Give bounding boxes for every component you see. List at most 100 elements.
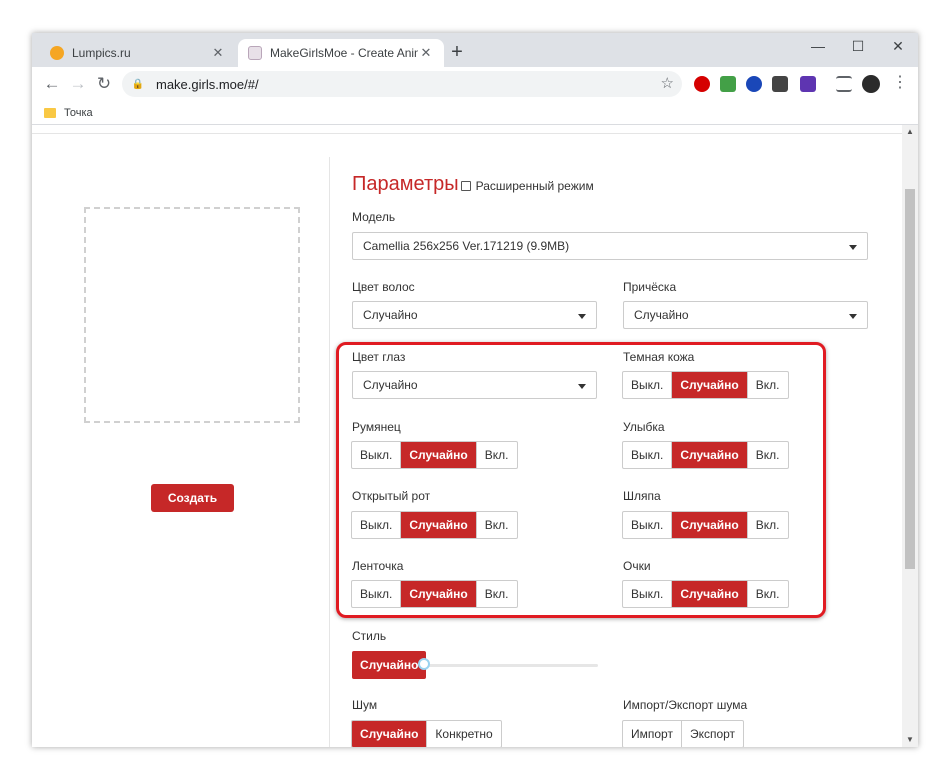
close-icon[interactable]: ✕: [210, 45, 226, 61]
globe-extension-icon[interactable]: [746, 76, 762, 92]
noise-io-buttons: Импорт Экспорт: [622, 720, 745, 747]
page-scrollbar[interactable]: ▲ ▼: [902, 125, 918, 747]
forward-arrow-icon[interactable]: →: [66, 72, 90, 96]
checkbox-icon: [460, 180, 471, 191]
back-arrow-icon[interactable]: ←: [40, 72, 64, 96]
model-value: Camellia 256x256 Ver.171219 (9.9MB): [363, 239, 570, 253]
style-slider-handle[interactable]: [418, 658, 430, 670]
option-on[interactable]: Вкл.: [748, 442, 788, 468]
address-bar[interactable]: 🔒 make.girls.moe/#/ ☆: [122, 71, 682, 97]
chevron-down-icon: [849, 314, 857, 319]
maximize-button[interactable]: ☐: [838, 33, 878, 61]
tv-extension-icon[interactable]: [800, 76, 816, 92]
export-button[interactable]: Экспорт: [682, 721, 743, 747]
page-content: Создать Параметры Расширенный режим Моде…: [32, 125, 902, 747]
advanced-mode-checkbox[interactable]: Расширенный режим: [460, 178, 594, 193]
tab-strip: Lumpics.ru ✕ MakeGirlsMoe - Create Anime…: [32, 33, 918, 67]
image-canvas: [84, 207, 300, 423]
option-random[interactable]: Случайно: [672, 372, 748, 398]
new-tab-button[interactable]: +: [446, 42, 468, 64]
smile-toggle: Выкл. Случайно Вкл.: [622, 441, 789, 469]
option-on[interactable]: Вкл.: [748, 372, 788, 398]
lumpics-favicon-icon: [50, 46, 64, 60]
option-off[interactable]: Выкл.: [623, 512, 673, 538]
music-extension-icon[interactable]: [720, 76, 736, 92]
option-off[interactable]: Выкл.: [623, 581, 673, 607]
browser-window: Lumpics.ru ✕ MakeGirlsMoe - Create Anime…: [32, 33, 918, 747]
page-title: Параметры Расширенный режим: [352, 173, 594, 196]
hair-color-select[interactable]: Случайно: [352, 301, 597, 329]
box-extension-icon[interactable]: [772, 76, 788, 92]
makegirlsmoe-favicon-icon: [248, 46, 262, 60]
option-random[interactable]: Случайно: [401, 581, 477, 607]
style-slider-track[interactable]: [424, 664, 598, 667]
ribbon-toggle: Выкл. Случайно Вкл.: [351, 580, 518, 608]
menu-dots-icon[interactable]: ⋮: [890, 72, 910, 96]
open-mouth-label: Открытый рот: [352, 489, 431, 503]
media-queue-icon[interactable]: [836, 76, 852, 92]
hairstyle-value: Случайно: [634, 308, 689, 322]
option-on[interactable]: Вкл.: [477, 512, 517, 538]
scrollbar-thumb[interactable]: [905, 189, 915, 569]
option-random[interactable]: Случайно: [352, 721, 428, 747]
tab-title: Lumpics.ru: [72, 46, 131, 60]
blush-toggle: Выкл. Случайно Вкл.: [351, 441, 518, 469]
hat-label: Шляпа: [623, 489, 661, 503]
option-off[interactable]: Выкл.: [352, 442, 402, 468]
bookmark-star-icon[interactable]: ☆: [661, 74, 674, 92]
hairstyle-select[interactable]: Случайно: [623, 301, 868, 329]
tab-makegirlsmoe[interactable]: MakeGirlsMoe - Create Anime Ch ✕: [238, 39, 444, 67]
option-off[interactable]: Выкл.: [623, 372, 673, 398]
option-random[interactable]: Случайно: [672, 512, 748, 538]
scroll-down-arrow-icon[interactable]: ▼: [902, 733, 918, 747]
open-mouth-toggle: Выкл. Случайно Вкл.: [351, 511, 518, 539]
chevron-down-icon: [578, 384, 586, 389]
minimize-button[interactable]: —: [798, 33, 838, 61]
heading-text: Параметры: [352, 173, 459, 195]
advanced-mode-label: Расширенный режим: [475, 178, 594, 193]
noise-label: Шум: [352, 698, 378, 712]
chevron-down-icon: [849, 245, 857, 250]
browser-toolbar: ← → ↻ 🔒 make.girls.moe/#/ ☆ ⋮: [32, 67, 918, 101]
close-icon[interactable]: ✕: [418, 45, 434, 61]
create-button[interactable]: Создать: [151, 484, 234, 512]
option-off[interactable]: Выкл.: [352, 581, 402, 607]
eye-color-value: Случайно: [363, 378, 418, 392]
url-text: make.girls.moe/#/: [156, 76, 259, 92]
model-label: Модель: [352, 210, 396, 224]
scroll-up-arrow-icon[interactable]: ▲: [902, 125, 918, 139]
eye-color-select[interactable]: Случайно: [352, 371, 597, 399]
tab-lumpics[interactable]: Lumpics.ru ✕: [40, 39, 236, 67]
blush-label: Румянец: [352, 420, 401, 434]
option-random[interactable]: Случайно: [672, 442, 748, 468]
dark-skin-label: Темная кожа: [623, 350, 695, 364]
option-random[interactable]: Случайно: [401, 442, 477, 468]
option-on[interactable]: Вкл.: [477, 581, 517, 607]
noise-io-label: Импорт/Экспорт шума: [623, 698, 748, 712]
header-divider: [32, 125, 902, 134]
glasses-toggle: Выкл. Случайно Вкл.: [622, 580, 789, 608]
hat-toggle: Выкл. Случайно Вкл.: [622, 511, 789, 539]
option-random[interactable]: Случайно: [401, 512, 477, 538]
model-select[interactable]: Camellia 256x256 Ver.171219 (9.9MB): [352, 232, 868, 260]
tab-title: MakeGirlsMoe - Create Anime Ch: [270, 46, 418, 60]
hairstyle-label: Причёска: [623, 280, 677, 294]
hair-color-label: Цвет волос: [352, 280, 415, 294]
style-label: Стиль: [352, 629, 387, 643]
avatar[interactable]: [862, 75, 880, 93]
style-random-button[interactable]: Случайно: [352, 651, 427, 679]
option-off[interactable]: Выкл.: [623, 442, 673, 468]
bookmarks-bar: Точка: [32, 101, 918, 125]
import-button[interactable]: Импорт: [623, 721, 682, 747]
option-off[interactable]: Выкл.: [352, 512, 402, 538]
opera-extension-icon[interactable]: [694, 76, 710, 92]
bookmark-tochka[interactable]: Точка: [64, 107, 93, 119]
close-window-button[interactable]: ✕: [878, 33, 918, 61]
option-on[interactable]: Вкл.: [748, 581, 788, 607]
option-on[interactable]: Вкл.: [477, 442, 517, 468]
lock-icon: 🔒: [131, 78, 145, 90]
reload-icon[interactable]: ↻: [92, 72, 116, 96]
option-specific[interactable]: Конкретно: [427, 721, 500, 747]
option-on[interactable]: Вкл.: [748, 512, 788, 538]
option-random[interactable]: Случайно: [672, 581, 748, 607]
